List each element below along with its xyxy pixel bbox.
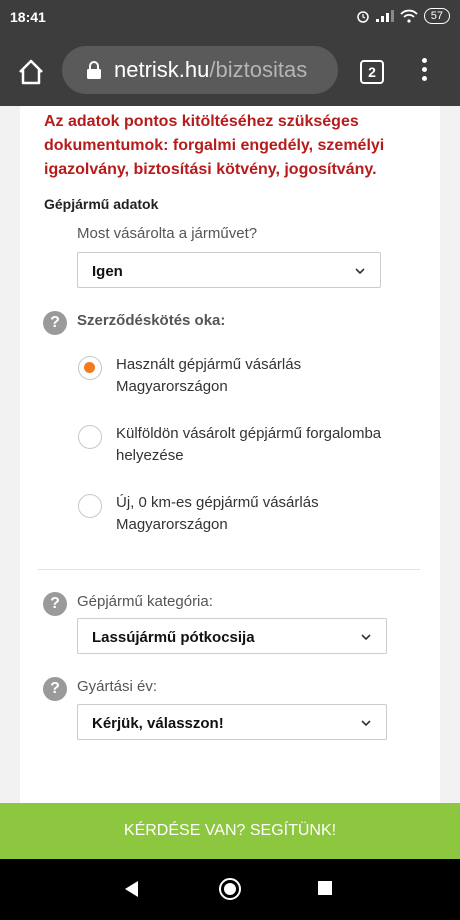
signal-icon bbox=[375, 10, 394, 22]
divider bbox=[38, 569, 420, 570]
status-bar: 18:41 57 bbox=[0, 0, 460, 36]
section-title: Gépjármű adatok bbox=[44, 196, 159, 212]
purchase-select-value: Igen bbox=[92, 263, 123, 280]
chevron-down-icon bbox=[361, 634, 371, 641]
form-card: Az adatok pontos kitöltéséhez szükséges … bbox=[20, 106, 440, 803]
chevron-down-icon bbox=[361, 720, 371, 727]
url-domain: netrisk.hu bbox=[114, 57, 210, 82]
vehicle-category-value: Lassújármű pótkocsija bbox=[92, 629, 255, 646]
url-bar[interactable]: netrisk.hu/biztositas bbox=[62, 46, 338, 94]
recent-apps-icon[interactable] bbox=[318, 881, 332, 895]
radio-button-selected[interactable] bbox=[78, 356, 102, 380]
back-icon[interactable] bbox=[125, 881, 138, 897]
radio-label: Használt gépjármű vásárlás Magyarországo… bbox=[116, 356, 302, 395]
chevron-down-icon bbox=[355, 268, 365, 275]
home-icon[interactable] bbox=[17, 58, 45, 86]
wifi-icon bbox=[400, 9, 418, 23]
lock-icon bbox=[87, 61, 101, 79]
alarm-icon bbox=[357, 11, 369, 23]
radio-label: Új, 0 km-es gépjármű vásárlás Magyarorsz… bbox=[116, 494, 319, 533]
purchase-select[interactable]: Igen bbox=[77, 252, 381, 288]
manufacture-year-value: Kérjük, válasszon! bbox=[92, 715, 224, 732]
status-time: 18:41 bbox=[10, 9, 46, 25]
nav-home-icon[interactable] bbox=[219, 878, 241, 900]
help-icon[interactable]: ? bbox=[43, 677, 67, 701]
manufacture-year-select[interactable]: Kérjük, válasszon! bbox=[77, 704, 387, 740]
browser-toolbar: netrisk.hu/biztositas 2 bbox=[0, 36, 460, 106]
purchase-question-label: Most vásárolta a járművet? bbox=[77, 225, 258, 242]
vehicle-category-label: Gépjármű kategória: bbox=[77, 593, 213, 610]
menu-icon[interactable] bbox=[420, 58, 428, 84]
help-cta-button[interactable]: KÉRDÉSE VAN? SEGÍTÜNK! bbox=[0, 803, 460, 859]
manufacture-year-label: Gyártási év: bbox=[77, 678, 158, 695]
system-nav-bar bbox=[0, 859, 460, 920]
tab-switcher-button[interactable]: 2 bbox=[360, 60, 384, 84]
vehicle-category-select[interactable]: Lassújármű pótkocsija bbox=[77, 618, 387, 654]
url-path: /biztositas bbox=[209, 57, 308, 82]
battery-indicator: 57 bbox=[423, 8, 450, 24]
help-icon[interactable]: ? bbox=[43, 311, 67, 335]
documents-notice: Az adatok pontos kitöltéséhez szükséges … bbox=[44, 113, 385, 178]
radio-button[interactable] bbox=[78, 425, 102, 449]
radio-label: Külföldön vásárolt gépjármű forgalomba h… bbox=[116, 425, 382, 464]
status-icons: 57 bbox=[356, 8, 450, 24]
url-text: netrisk.hu/biztositas bbox=[114, 57, 307, 83]
help-icon[interactable]: ? bbox=[43, 592, 67, 616]
radio-button[interactable] bbox=[78, 494, 102, 518]
contract-reason-label: Szerződéskötés oka: bbox=[77, 312, 226, 329]
